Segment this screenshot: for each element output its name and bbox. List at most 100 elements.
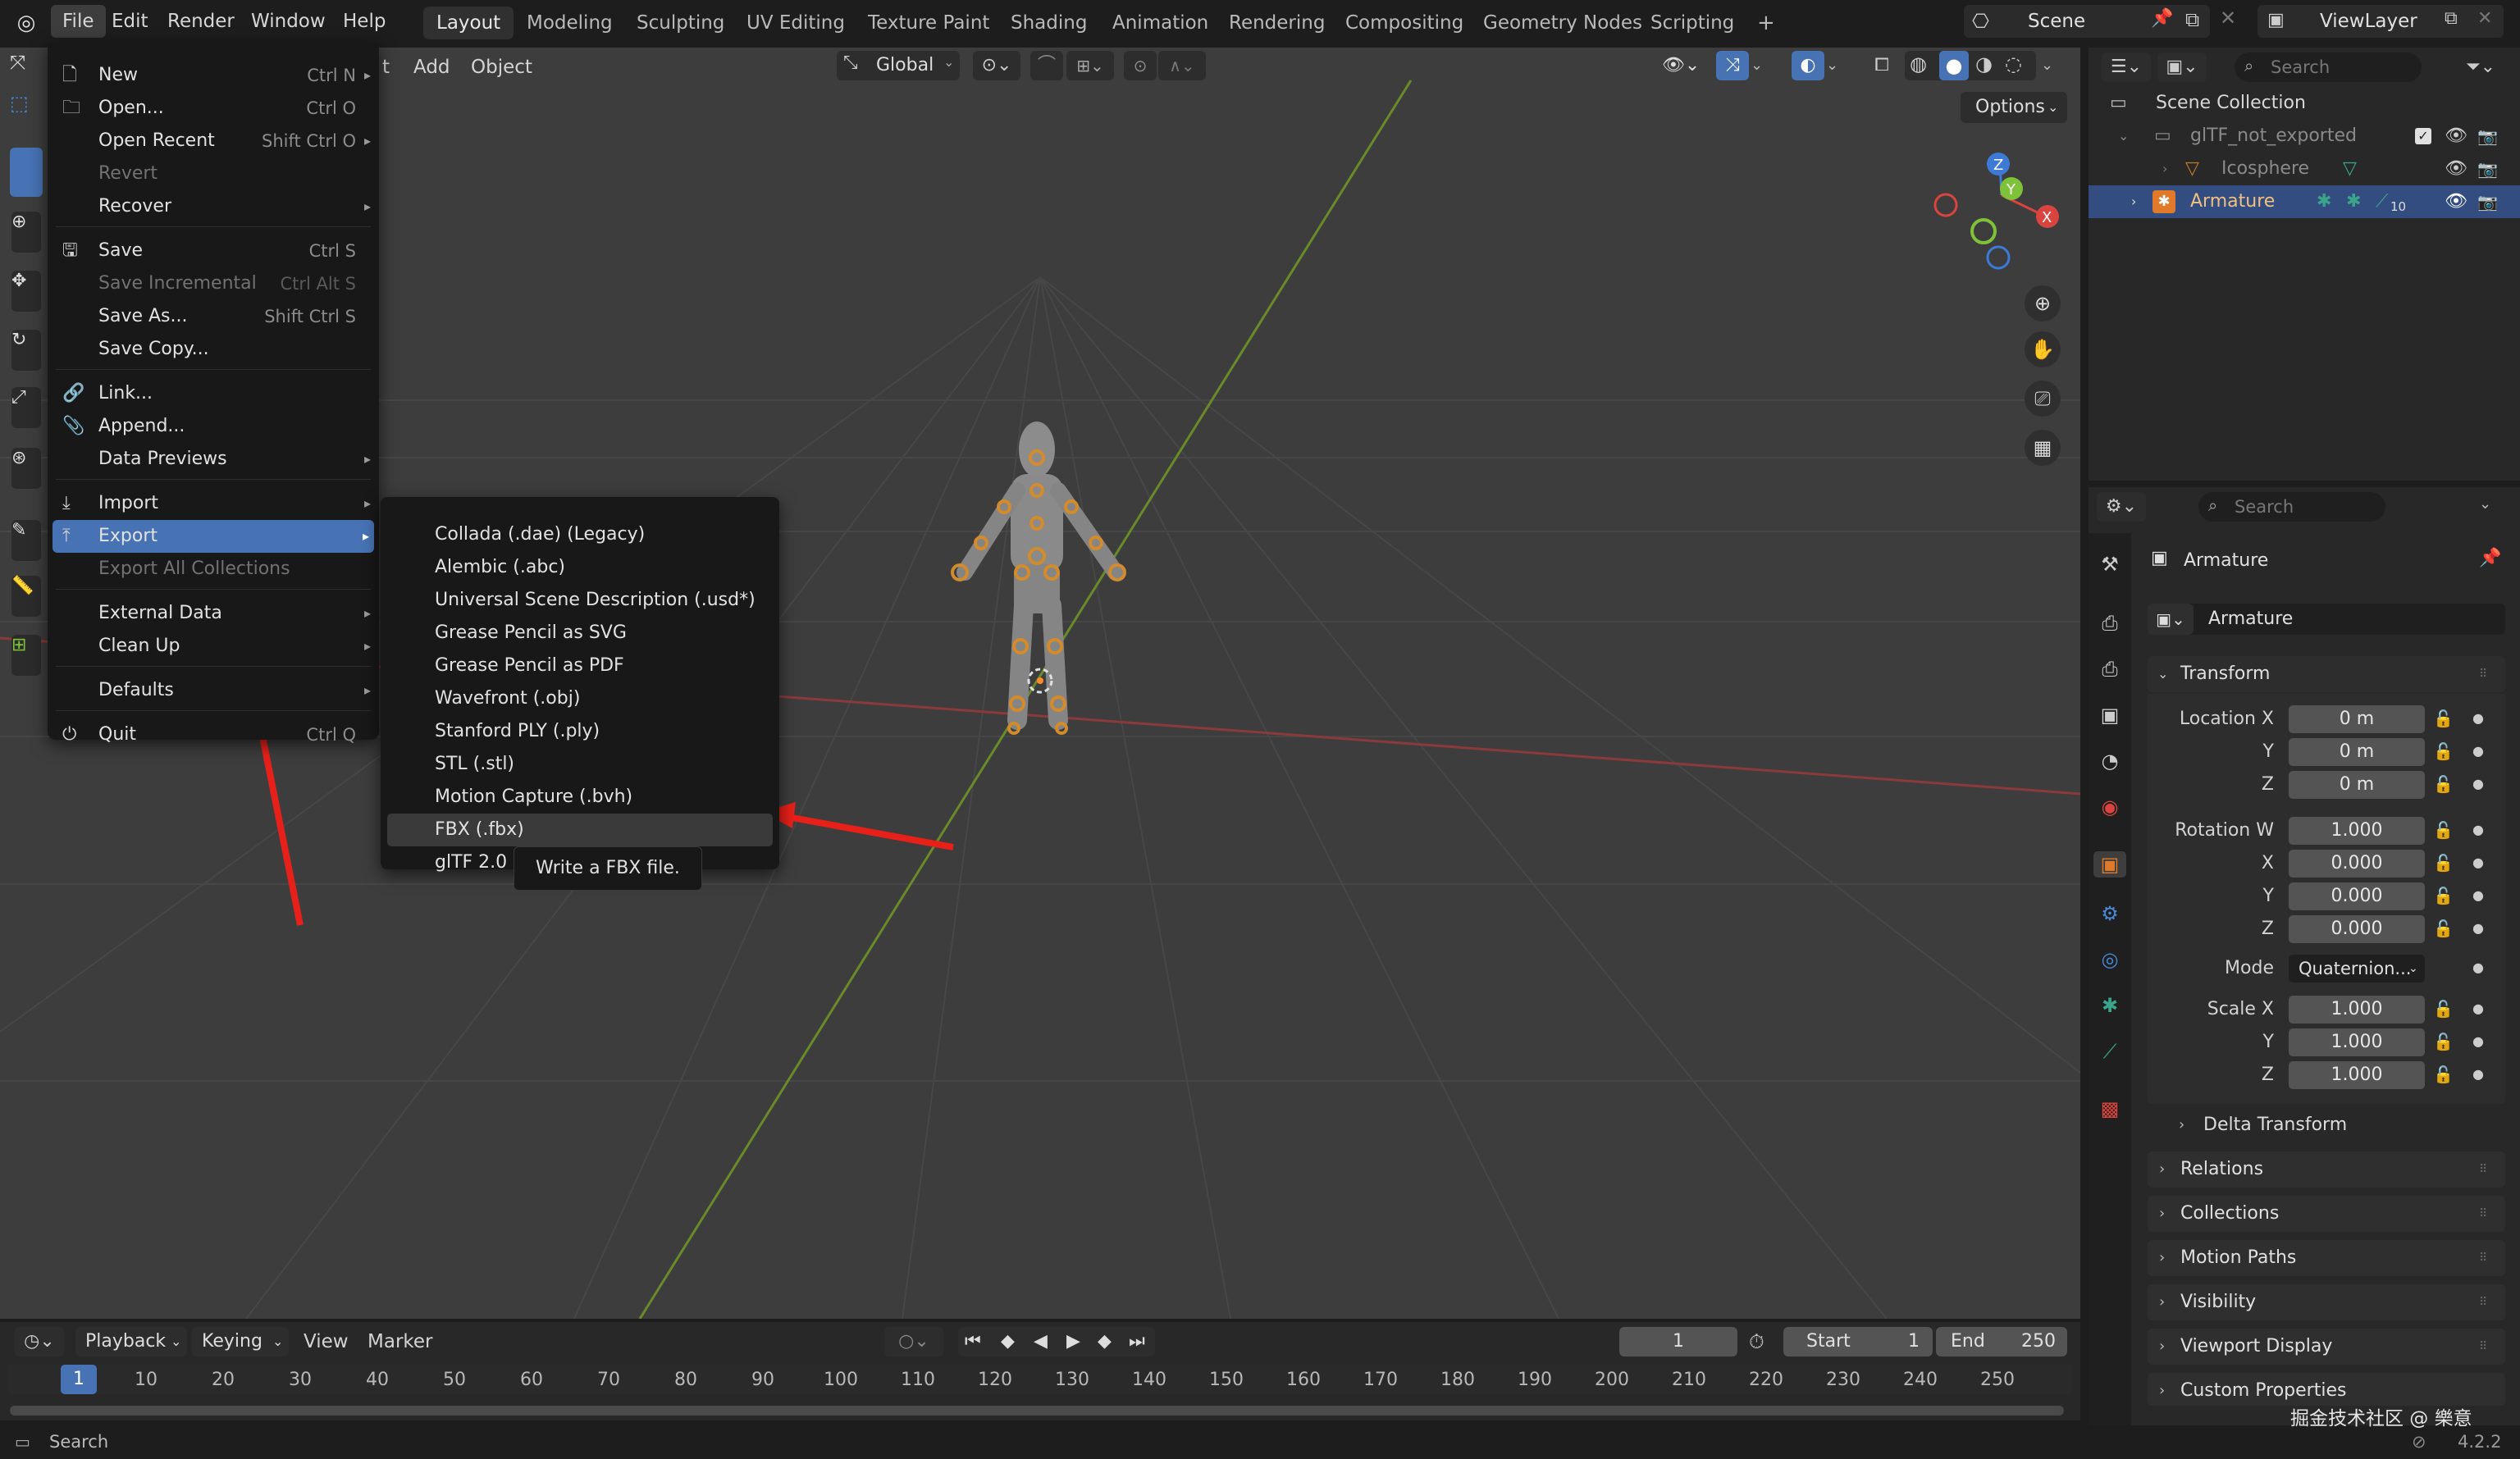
output-tab-icon[interactable]: ⎙ (2097, 656, 2123, 682)
keyframe-dot-icon[interactable]: ● (2472, 960, 2484, 975)
outliner-row-icosphere[interactable]: › ▽ Icosphere ▽ 👁 📷 (2089, 153, 2520, 185)
lock-icon[interactable]: 🔓 (2433, 886, 2454, 905)
pin-icon[interactable]: 📌 (2151, 8, 2173, 29)
transform-panel-header[interactable]: ⌄ Transform ⠿ (2148, 656, 2505, 692)
drag-handle-icon[interactable]: ⠿ (2479, 1196, 2487, 1232)
add-object-tool-icon[interactable]: ⊞ (11, 635, 41, 676)
lock-icon[interactable]: 🔓 (2433, 999, 2454, 1019)
export-usd[interactable]: Universal Scene Description (.usd*) (381, 584, 779, 617)
tab-layout[interactable]: Layout (423, 7, 514, 39)
menu-item-link[interactable]: 🔗 Link... (48, 377, 379, 410)
select-box-tool-icon[interactable]: ⬚ (10, 92, 39, 121)
viewport-menu-object[interactable]: Object (471, 52, 532, 82)
keyframe-dot-icon[interactable]: ● (2472, 887, 2484, 903)
menu-item-open-recent[interactable]: Open Recent Shift Ctrl O ▸ (48, 125, 379, 157)
menu-item-defaults[interactable]: Defaults ▸ (48, 674, 379, 707)
keyframe-dot-icon[interactable]: ● (2472, 776, 2484, 791)
scale-z-field[interactable]: 1.000 (2289, 1061, 2425, 1089)
new-scene-icon[interactable]: ⧉ (2185, 8, 2199, 31)
menu-edit[interactable]: Edit (100, 5, 160, 38)
menu-window[interactable]: Window (240, 5, 337, 38)
lock-icon[interactable]: 🔓 (2433, 919, 2454, 938)
menu-file[interactable]: File (51, 5, 106, 38)
texture-tab-icon[interactable]: ▩ (2097, 1096, 2123, 1122)
options-dropdown[interactable]: Options ⌄ (1961, 92, 2067, 123)
copy-icon[interactable]: ⧉ (2445, 8, 2458, 29)
object-name-field[interactable]: ▣⌄ Armature (2148, 604, 2505, 635)
shading-dropdown[interactable]: ⌄ (2041, 51, 2061, 80)
drag-handle-icon[interactable]: ⠿ (2479, 656, 2487, 692)
current-frame-field[interactable]: 1 (1619, 1327, 1737, 1356)
menu-item-import[interactable]: ⤓ Import ▸ (48, 487, 379, 520)
pivot-dropdown[interactable]: ⊙⌄ (973, 51, 1020, 80)
eye-icon[interactable]: 👁 (2445, 185, 2468, 218)
camera-render-icon[interactable]: 📷 (2477, 153, 2498, 185)
close-icon[interactable]: ✕ (2477, 8, 2492, 29)
menu-item-open[interactable]: 🗀 Open... Ctrl O (48, 92, 379, 125)
viewport-menu-partial[interactable]: t (382, 52, 390, 82)
tab-compositing[interactable]: Compositing (1332, 7, 1477, 39)
tab-shading[interactable]: Shading (998, 7, 1100, 39)
stopwatch-icon[interactable]: ⏱ (1749, 1327, 1764, 1356)
transform-orientation-dropdown[interactable]: ⤡ Global ⌄ (837, 51, 960, 80)
lock-icon[interactable]: 🔓 (2433, 741, 2454, 761)
tab-sculpting[interactable]: Sculpting (623, 7, 737, 39)
constraint-tab-icon[interactable]: ◎ (2097, 946, 2123, 973)
tab-modeling[interactable]: Modeling (514, 7, 626, 39)
prev-keyframe-icon[interactable]: ◆ (1001, 1327, 1015, 1356)
scene-selector[interactable]: ⎔ Scene 📌 (1964, 5, 2210, 38)
gizmo-toggle[interactable]: ⤨ (1716, 51, 1749, 80)
lock-icon[interactable]: 🔓 (2433, 709, 2454, 728)
rotation-z-field[interactable]: 0.000 (2289, 915, 2425, 943)
outliner-row-scene-collection[interactable]: ▭ Scene Collection (2089, 87, 2520, 120)
menu-item-save-as[interactable]: Save As... Shift Ctrl S (48, 300, 379, 333)
material-shading-icon[interactable]: ◑ (1975, 52, 1993, 75)
camera-render-icon[interactable]: 📷 (2477, 120, 2498, 153)
menu-item-append[interactable]: 📎 Append... (48, 410, 379, 443)
timeline-view-menu[interactable]: View (304, 1327, 349, 1356)
blender-logo-icon[interactable]: ◎ (11, 8, 41, 38)
outliner-row-armature[interactable]: › ✱ Armature ✱ ✱ ⟋ 10 👁 📷 (2089, 185, 2520, 218)
menu-item-new[interactable]: 🗋 New Ctrl N ▸ (48, 59, 379, 92)
menu-item-save-copy[interactable]: Save Copy... (48, 333, 379, 366)
annotate-tool-icon[interactable]: ✎ (11, 520, 41, 561)
jump-start-icon[interactable]: ⏮ (965, 1327, 981, 1356)
timeline-editor-type-icon[interactable]: ◷⌄ (15, 1327, 64, 1356)
export-stl[interactable]: STL (.stl) (381, 748, 779, 781)
properties-editor-type-icon[interactable]: ⚙⌄ (2097, 492, 2146, 522)
export-alembic[interactable]: Alembic (.abc) (381, 551, 779, 584)
select-tool-active[interactable] (10, 148, 43, 197)
menu-item-data-previews[interactable]: Data Previews ▸ (48, 443, 379, 476)
tab-uv-editing[interactable]: UV Editing (733, 7, 858, 39)
export-gp-pdf[interactable]: Grease Pencil as PDF (381, 650, 779, 682)
chevron-down-icon[interactable]: ⌄ (2479, 495, 2491, 513)
playback-dropdown[interactable]: Playback ⌄ (75, 1327, 187, 1356)
world-tab-icon[interactable]: ◉ (2097, 794, 2123, 820)
tool-tab-icon[interactable]: ⚒ (2097, 551, 2123, 577)
play-reverse-icon[interactable]: ◀ (1034, 1327, 1048, 1356)
collections-panel-header[interactable]: › Collections ⠿ (2148, 1196, 2505, 1232)
export-collada[interactable]: Collada (.dae) (Legacy) (381, 518, 779, 551)
location-x-field[interactable]: 0 m (2289, 705, 2425, 733)
location-z-field[interactable]: 0 m (2289, 771, 2425, 799)
rotation-x-field[interactable]: 0.000 (2289, 850, 2425, 878)
jump-end-icon[interactable]: ⏭ (1129, 1327, 1145, 1356)
scale-tool-icon[interactable]: ⤢ (11, 387, 41, 428)
close-scene-icon[interactable]: ✕ (2220, 7, 2236, 30)
object-tab-icon[interactable]: ▣ (2093, 851, 2126, 878)
menu-item-quit[interactable]: ⏻ Quit Ctrl Q (48, 718, 379, 751)
rotate-tool-icon[interactable]: ↻ (11, 330, 41, 371)
solid-shading-icon[interactable]: ● (1939, 51, 1969, 80)
relations-panel-header[interactable]: › Relations ⠿ (2148, 1151, 2505, 1188)
lock-icon[interactable]: 🔓 (2433, 1032, 2454, 1051)
measure-tool-icon[interactable]: 📏 (11, 576, 41, 617)
keyframe-dot-icon[interactable]: ● (2472, 920, 2484, 936)
move-tool-icon[interactable]: ✥ (11, 271, 41, 312)
export-ply[interactable]: Stanford PLY (.ply) (381, 715, 779, 748)
visibility-panel-header[interactable]: › Visibility ⠿ (2148, 1284, 2505, 1320)
eye-icon[interactable]: 👁 (2445, 153, 2468, 185)
export-obj[interactable]: Wavefront (.obj) (381, 682, 779, 715)
tab-rendering[interactable]: Rendering (1216, 7, 1338, 39)
bone-tab-icon[interactable]: ⟋ (2097, 1038, 2123, 1065)
menu-item-recover[interactable]: Recover ▸ (48, 190, 379, 223)
